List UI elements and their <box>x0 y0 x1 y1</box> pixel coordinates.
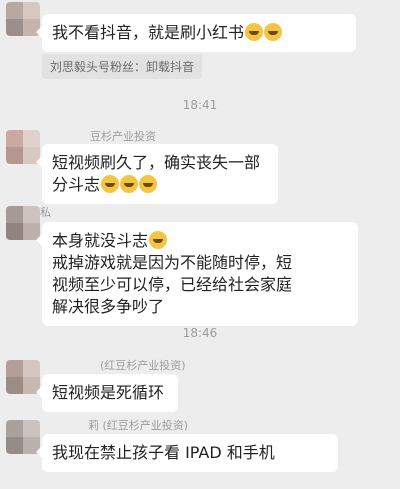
message-text: 我现在禁止孩子看 IPAD 和手机 <box>52 443 275 462</box>
sender-name: 私 <box>40 206 51 219</box>
message-line: 视频至少可以停，已经给社会家庭 <box>52 275 293 294</box>
timestamp: 18:46 <box>182 326 218 340</box>
message-line: 戒掉游戏就是因为不能随时停，短 <box>52 253 293 272</box>
message-bubble[interactable]: 我不看抖音，就是刷小红书 <box>36 14 356 52</box>
flushed-emoji-icon <box>120 175 139 193</box>
flushed-emoji-icon <box>139 175 158 193</box>
timestamp: 18:41 <box>182 98 218 112</box>
message-bubble[interactable]: 我现在禁止孩子看 IPAD 和手机 <box>36 434 338 472</box>
message-bubble[interactable]: 本身就没斗志 戒掉游戏就是因为不能随时停，短 视频至少可以停，已经给社会家庭 解… <box>36 222 358 326</box>
message-line: 本身就没斗志 <box>52 230 348 252</box>
avatar[interactable] <box>6 130 40 164</box>
laughing-crying-emoji-icon <box>264 23 283 41</box>
laughing-crying-emoji-icon <box>149 231 168 249</box>
sender-name: (红豆杉产业投资) <box>100 359 186 372</box>
sender-name: 莉 (红豆杉产业投资) <box>88 419 189 432</box>
message-line: 解决很多争吵了 <box>52 297 165 316</box>
avatar[interactable] <box>6 420 40 454</box>
avatar[interactable] <box>6 206 40 240</box>
avatar[interactable] <box>6 2 40 36</box>
message-text: 短视频是死循环 <box>52 383 165 402</box>
flushed-emoji-icon <box>101 175 120 193</box>
sender-name: 豆杉产业投资 <box>90 130 156 143</box>
message-bubble[interactable]: 短视频是死循环 <box>36 374 178 412</box>
message-bubble[interactable]: 短视频刷久了，确实丧失一部分斗志 <box>36 144 278 204</box>
chat-window: 我不看抖音，就是刷小红书 刘思毅头号粉丝：卸载抖音 18:41 豆杉产业投资 短… <box>0 0 400 489</box>
avatar[interactable] <box>6 360 40 394</box>
message-text: 我不看抖音，就是刷小红书 <box>52 23 245 42</box>
quoted-reply[interactable]: 刘思毅头号粉丝：卸载抖音 <box>42 54 203 79</box>
laughing-crying-emoji-icon <box>245 23 264 41</box>
